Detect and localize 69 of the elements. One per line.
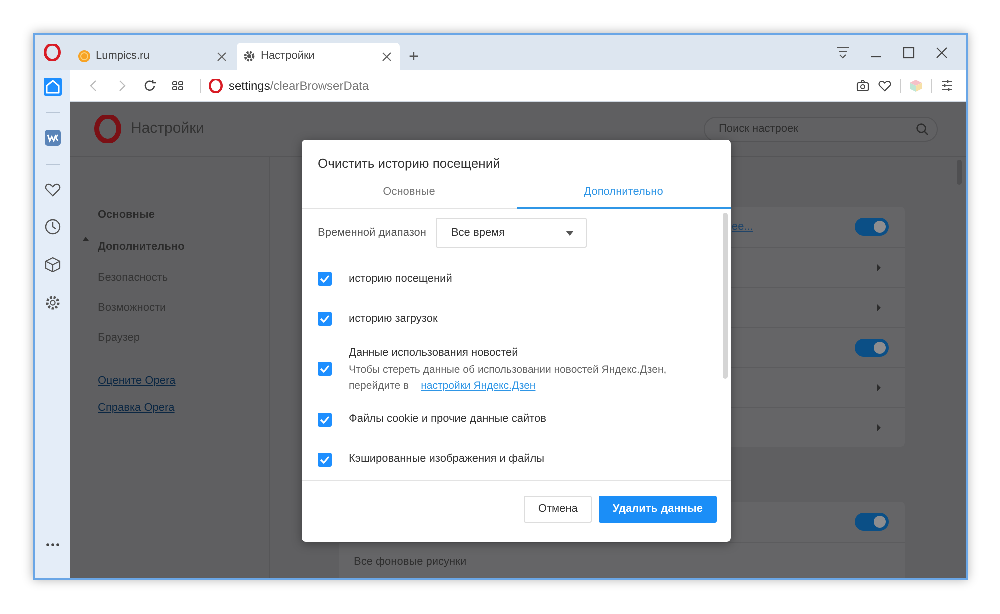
delete-button[interactable]: Удалить данные [598, 496, 717, 523]
checkbox[interactable] [318, 272, 332, 286]
sidebar-button[interactable] [44, 294, 62, 312]
more-link[interactable]: ее... [732, 218, 754, 236]
heart-icon [44, 181, 62, 199]
checkbox[interactable] [318, 312, 332, 326]
maximize-icon[interactable] [902, 46, 916, 60]
fruit-slice-icon [78, 50, 91, 63]
search-icon [916, 122, 929, 136]
browser-logo-icon [44, 44, 61, 61]
checkbox[interactable] [318, 412, 332, 426]
help-link[interactable]: Справка Opera [98, 400, 269, 427]
close-icon[interactable] [934, 46, 948, 60]
dialog-tab[interactable]: Дополнительно [516, 178, 731, 209]
scrollbar[interactable] [723, 213, 728, 379]
check-icon [320, 365, 330, 374]
checkbox-label: историю загрузок [349, 312, 438, 327]
field-label: Временной диапазон [318, 226, 426, 241]
time-range-dropdown[interactable]: Все время [436, 218, 588, 248]
sidebar-button[interactable] [44, 78, 62, 96]
checkbox[interactable] [318, 362, 332, 376]
item-description: Чтобы стереть данные об использовании новостей Яндекс.Дзен, перейдите в настройки Яндекс.Дзен [349, 362, 668, 394]
check-icon [320, 315, 330, 323]
browser-tab[interactable]: Настройки [237, 43, 400, 70]
settings-link[interactable]: настройки Яндекс.Дзен [421, 380, 536, 392]
site-logo-icon [209, 78, 223, 92]
checkbox-label: Файлы cookie и прочие данные сайтов [349, 412, 546, 428]
more-icon[interactable] [46, 543, 60, 547]
cube-icon [44, 256, 62, 274]
sidebar-button[interactable] [44, 181, 62, 199]
chevron-icon[interactable] [877, 304, 881, 312]
checkbox[interactable] [318, 452, 332, 466]
camera-icon[interactable] [856, 78, 870, 92]
sliders-icon[interactable] [940, 78, 954, 92]
dialog-tab[interactable]: Основные [302, 178, 516, 209]
dialog-title: Очистить историю посещений [317, 155, 502, 173]
toggle-switch[interactable] [855, 513, 889, 531]
sidebar-button[interactable] [44, 256, 62, 274]
toggle-switch[interactable] [855, 218, 889, 236]
close-icon[interactable] [217, 52, 227, 62]
chevron-icon[interactable] [877, 424, 881, 432]
caret-icon [566, 230, 574, 236]
check-icon [320, 416, 330, 424]
new-tab-button[interactable]: + [402, 43, 426, 70]
tab-menu-icon[interactable] [836, 46, 850, 60]
gear-icon [44, 294, 62, 312]
checkbox-label: историю посещений [349, 272, 452, 287]
reload-icon[interactable] [143, 78, 157, 92]
check-icon [320, 275, 330, 283]
chevron-icon[interactable] [877, 264, 881, 272]
address-field[interactable]: settings/clearBrowserData [229, 76, 370, 94]
setting-label: Все фоновые рисунки [354, 555, 467, 570]
social-icon [44, 129, 62, 147]
toggle-switch[interactable] [855, 338, 889, 356]
heart-icon[interactable] [878, 78, 892, 92]
help-link[interactable]: Оцените Opera [98, 373, 269, 400]
checkbox-label: Данные использования новостей [349, 346, 520, 361]
checkbox-label: Кэшированные изображения и файлы [349, 452, 545, 468]
grid-icon[interactable] [171, 78, 185, 92]
gear-icon [243, 50, 256, 63]
clock-icon [44, 218, 62, 236]
cancel-button[interactable]: Отмена [524, 496, 592, 523]
close-icon[interactable] [382, 52, 392, 62]
sidebar-button[interactable] [44, 218, 62, 236]
check-icon [320, 456, 330, 464]
sidebar-button[interactable] [44, 129, 62, 147]
home-icon [44, 78, 62, 96]
browser-logo-icon [94, 115, 122, 143]
chevron-icon[interactable] [877, 384, 881, 392]
